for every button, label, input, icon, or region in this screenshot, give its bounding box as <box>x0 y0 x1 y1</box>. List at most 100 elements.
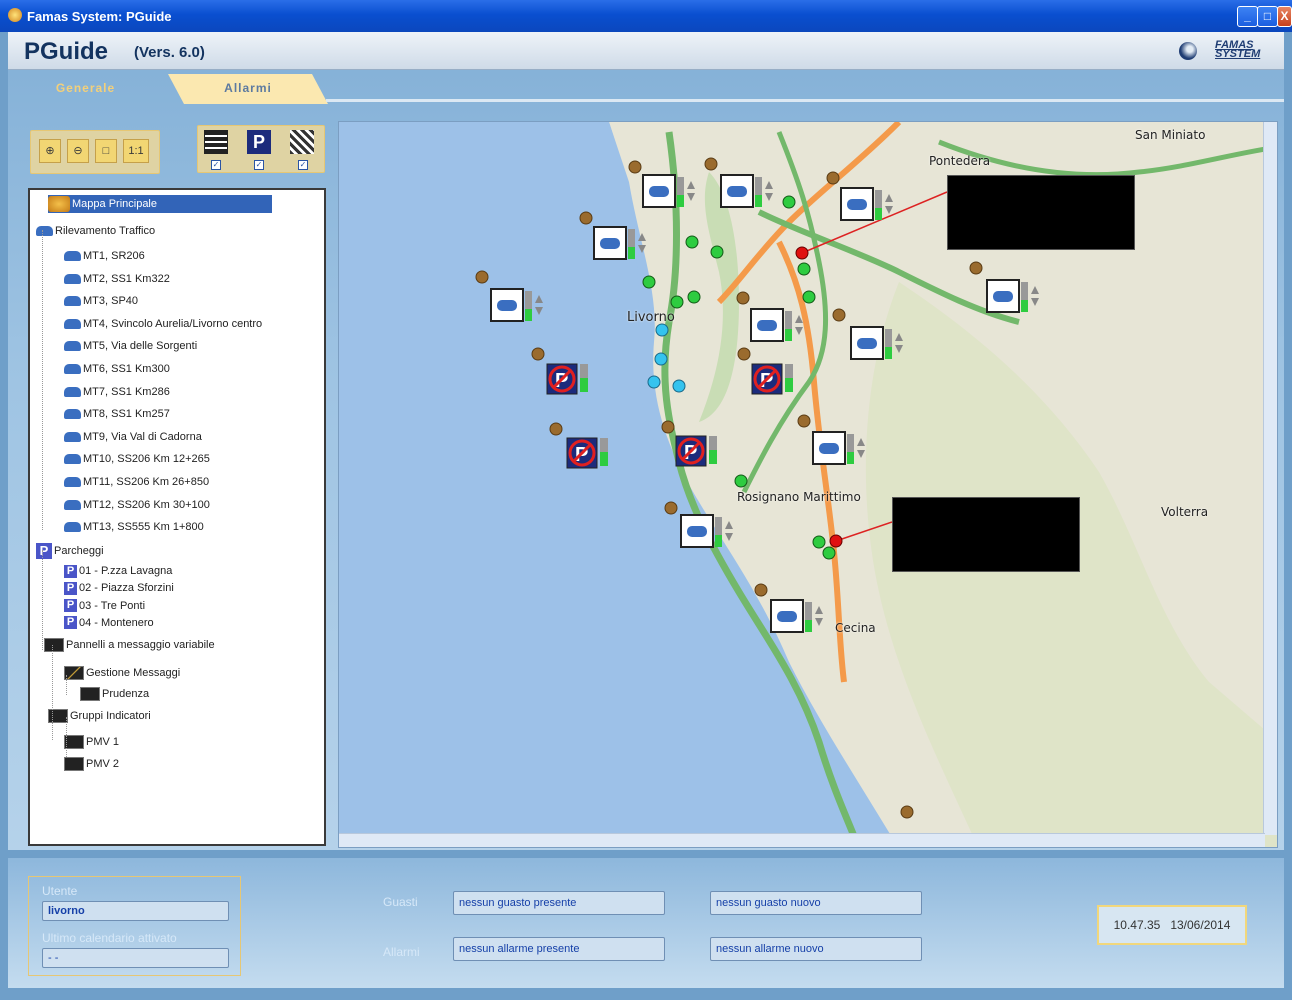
tree-item-mt10-label: MT10, SS206 Km 12+265 <box>83 453 210 466</box>
tree-item-pmv-2-icon <box>64 757 84 772</box>
tab-generale[interactable]: Generale <box>8 74 163 104</box>
parking-layer-icon[interactable]: P <box>247 130 271 154</box>
parking-sensor-blue <box>672 379 686 393</box>
tree-item-gestione-messaggi[interactable]: Gestione Messaggi <box>64 664 180 682</box>
logo-text-2: SYSTEM <box>1215 48 1261 60</box>
user-field: livorno <box>42 901 229 921</box>
tree-item-pmv-2[interactable]: PMV 2 <box>64 755 119 773</box>
tree-item-mt5[interactable]: MT5, Via delle Sorgenti <box>64 337 197 355</box>
faults-present-field[interactable]: nessun guasto presente <box>453 891 665 915</box>
tree-item-gruppi-indicatori[interactable]: Gruppi Indicatori <box>48 707 151 725</box>
traffic-station-marker[interactable] <box>593 226 646 260</box>
tree-item-parcheggio-2-label: 02 - Piazza Sforzini <box>79 582 174 595</box>
tree-item-parcheggio-1[interactable]: P 01 - P.zza Lavagna <box>64 562 172 580</box>
tree-item-mt4-icon <box>64 318 81 329</box>
parking-marker[interactable]: P <box>675 435 717 467</box>
tree-item-parcheggio-1-label: 01 - P.zza Lavagna <box>79 565 173 577</box>
user-box: Utente livorno Ultimo calendario attivat… <box>28 876 241 976</box>
tree-item-mappa-principale[interactable]: Mappa Principale <box>48 195 272 213</box>
status-marker <box>549 422 563 436</box>
traffic-sensor-green <box>797 262 811 276</box>
tree-item-prudenza[interactable]: Prudenza <box>80 685 149 703</box>
traffic-sensor-red <box>829 534 843 548</box>
globe-icon <box>1179 42 1197 60</box>
status-marker <box>832 308 846 322</box>
tree-item-mt10[interactable]: MT10, SS206 Km 12+265 <box>64 450 210 468</box>
status-marker <box>531 347 545 361</box>
tree-connector <box>52 645 53 740</box>
tree-item-mt2-icon <box>64 273 81 284</box>
traffic-layer-icon[interactable] <box>290 130 314 154</box>
alarm-panel-redacted-2[interactable] <box>892 497 1080 572</box>
status-marker <box>826 171 840 185</box>
tree-item-parcheggio-3[interactable]: P 03 - Tre Ponti <box>64 597 145 615</box>
tree-item-mt1[interactable]: MT1, SR206 <box>64 247 145 265</box>
tree-item-mt9[interactable]: MT9, Via Val di Cadorna <box>64 428 202 446</box>
app-version: (Vers. 6.0) <box>134 44 205 61</box>
fit-button[interactable]: □ <box>95 139 117 163</box>
parking-marker[interactable]: P <box>566 437 608 469</box>
tree-item-pmv-1[interactable]: PMV 1 <box>64 733 119 751</box>
zoom-in-button[interactable]: ⊕ <box>39 139 61 163</box>
tree-item-mt11-icon <box>64 477 81 488</box>
traffic-layer-checkbox[interactable]: ✓ <box>298 160 308 170</box>
title-bar: Famas System: PGuide _ □ X <box>0 0 1292 32</box>
tree-item-mt3-label: MT3, SP40 <box>83 295 139 308</box>
tree-item-mt1-label: MT1, SR206 <box>83 250 145 262</box>
status-marker <box>628 160 642 174</box>
tree-item-mt9-icon <box>64 431 81 442</box>
tree-item-parcheggi-icon: P <box>36 543 52 560</box>
alarm-panel-redacted-1[interactable] <box>947 175 1135 250</box>
tree-item-prudenza-icon <box>80 687 100 702</box>
window-title: Famas System: PGuide <box>27 9 172 24</box>
status-marker <box>797 414 811 428</box>
tree-item-gestione-messaggi-label: Gestione Messaggi <box>86 667 181 679</box>
close-button[interactable]: X <box>1277 6 1292 27</box>
tree-item-mt4[interactable]: MT4, Svincolo Aurelia/Livorno centro <box>64 315 262 333</box>
map-label-san-miniato: San Miniato <box>1135 128 1206 142</box>
tree-item-mt13[interactable]: MT13, SS555 Km 1+800 <box>64 518 204 536</box>
parking-marker[interactable]: P <box>546 363 588 395</box>
pmv-layer-icon[interactable] <box>204 130 228 154</box>
tree-item-mt8[interactable]: MT8, SS1 Km257 <box>64 405 170 423</box>
tree-connector <box>42 550 43 650</box>
map-label-volterra: Volterra <box>1161 505 1209 519</box>
clock-time: 10.47.35 <box>1113 918 1161 932</box>
status-footer: Utente livorno Ultimo calendario attivat… <box>8 858 1284 988</box>
map-horizontal-scrollbar[interactable] <box>339 833 1265 847</box>
map-vertical-scrollbar[interactable] <box>1263 122 1277 835</box>
tree-item-pmv-1-label: PMV 1 <box>86 736 120 748</box>
app-name: PGuide <box>24 38 109 65</box>
maximize-button[interactable]: □ <box>1257 6 1278 27</box>
tree-item-pmv-1-icon <box>64 735 84 750</box>
pmv-layer-checkbox[interactable]: ✓ <box>211 160 221 170</box>
parking-layer-checkbox[interactable]: ✓ <box>254 160 264 170</box>
faults-new-field[interactable]: nessun guasto nuovo <box>710 891 922 915</box>
famas-logo: FAMAS SYSTEM <box>1171 38 1271 66</box>
minimize-button[interactable]: _ <box>1237 6 1258 27</box>
tree-item-parcheggi[interactable]: P Parcheggi <box>36 542 104 560</box>
zoom-out-button[interactable]: ⊖ <box>67 139 89 163</box>
tree-item-mt7[interactable]: MT7, SS1 Km286 <box>64 383 170 401</box>
parking-marker[interactable]: P <box>751 363 793 395</box>
map-view[interactable]: P P P P San Miniato Pontedera Livorno Rosig… <box>338 121 1278 848</box>
alarms-new-field[interactable]: nessun allarme nuovo <box>710 937 922 961</box>
tree-item-mt7-label: MT7, SS1 Km286 <box>83 385 170 398</box>
tree-item-rilevamento-traffico-label: Rilevamento Traffico <box>55 225 156 237</box>
tree-item-mt11[interactable]: MT11, SS206 Km 26+850 <box>64 473 209 491</box>
tree-item-mt2[interactable]: MT2, SS1 Km322 <box>64 270 170 288</box>
tree-item-parcheggio-2-icon: P <box>64 581 77 595</box>
tree-item-mt12[interactable]: MT12, SS206 Km 30+100 <box>64 496 210 514</box>
tree-item-rilevamento-traffico[interactable]: Rilevamento Traffico <box>36 222 155 240</box>
tree-item-mt3[interactable]: MT3, SP40 <box>64 292 138 310</box>
tree-item-pannelli[interactable]: Pannelli a messaggio variabile <box>44 636 215 654</box>
tree-item-mt6[interactable]: MT6, SS1 Km300 <box>64 360 170 378</box>
tree-item-parcheggio-2[interactable]: P 02 - Piazza Sforzini <box>64 579 174 597</box>
tree-item-parcheggio-4[interactable]: P 04 - Montenero <box>64 614 154 632</box>
tree-item-rilevamento-traffico-icon <box>36 226 53 237</box>
zoom-1to1-button[interactable]: 1:1 <box>123 139 149 163</box>
traffic-sensor-green <box>782 195 796 209</box>
tab-allarmi[interactable]: Allarmi <box>168 74 328 104</box>
alarms-present-field[interactable]: nessun allarme presente <box>453 937 665 961</box>
tree-view: Mappa Principale Rilevamento Traffico MT1,… <box>28 188 326 846</box>
